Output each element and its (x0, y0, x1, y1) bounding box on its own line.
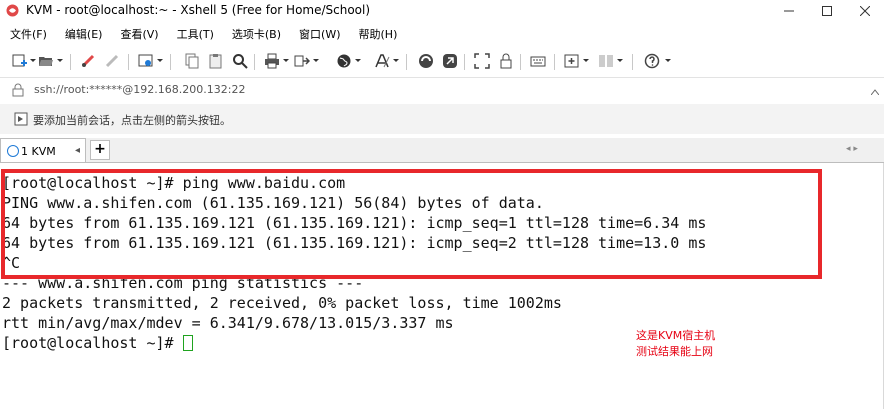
tab-title: KVM (31, 145, 56, 158)
window-title: KVM - root@localhost:~ - Xshell 5 (Free … (26, 3, 371, 17)
transfer-icon[interactable] (294, 53, 310, 69)
xftp-icon[interactable] (418, 53, 434, 69)
menu-tab[interactable]: 选项卡(B) (232, 26, 281, 42)
help-icon[interactable] (644, 53, 660, 69)
title-bar: KVM - root@localhost:~ - Xshell 5 (Free … (0, 0, 884, 22)
session-lock-icon (12, 83, 24, 100)
add-window-icon[interactable] (564, 53, 580, 69)
address-field[interactable]: ssh://root:******@192.168.200.132:22 (34, 83, 246, 96)
terminal-prompt-line: [root@localhost ~]# (2, 333, 193, 353)
hint-text: 要添加当前会话，点击左侧的箭头按钮。 (33, 114, 231, 127)
terminal-area[interactable]: [root@localhost ~]# ping www.baidu.com P… (0, 163, 884, 409)
minimize-button[interactable] (770, 0, 808, 22)
add-tab-button[interactable]: + (90, 140, 110, 160)
xshell-logo-icon (6, 4, 19, 17)
menu-file[interactable]: 文件(F) (10, 26, 47, 42)
tab-kvm-label: 1 KVM (7, 145, 56, 158)
hint-bar: 要添加当前会话，点击左侧的箭头按钮。 (0, 104, 884, 134)
maximize-icon (822, 6, 832, 16)
new-session-icon[interactable] (12, 53, 28, 69)
tab-bar: 1 KVM ◂ + ◂ ▸ (0, 138, 884, 163)
maximize-button[interactable] (808, 0, 846, 22)
terminal-line: rtt min/avg/max/mdev = 6.341/9.678/13.01… (2, 314, 454, 332)
menu-bar: 文件(F) 编辑(E) 查看(V) 工具(T) 选项卡(B) 窗口(W) 帮助(… (0, 22, 884, 46)
properties-icon[interactable] (138, 53, 154, 69)
tab-kvm[interactable]: 1 KVM ◂ (0, 138, 86, 162)
menu-edit[interactable]: 编辑(E) (65, 26, 103, 42)
close-button[interactable] (846, 0, 884, 22)
lock-icon[interactable] (498, 53, 514, 69)
keyboard-icon[interactable] (530, 53, 546, 69)
xmanager-icon[interactable] (442, 53, 458, 69)
terminal-cursor (182, 335, 193, 351)
annotation-line-2: 测试结果能上网 (636, 345, 713, 358)
menu-tools[interactable]: 工具(T) (177, 26, 214, 42)
address-bar: ssh://root:******@192.168.200.132:22 (0, 77, 884, 105)
paste-icon[interactable] (208, 53, 224, 69)
annotation-line-1: 这是KVM宿主机 (636, 329, 716, 342)
copy-icon[interactable] (184, 53, 200, 69)
fullscreen-icon[interactable] (474, 53, 490, 69)
address-collapse-button[interactable] (870, 85, 880, 98)
globe-icon[interactable] (336, 53, 352, 69)
tab-close-icon[interactable]: ◂ (75, 145, 80, 156)
terminal-prompt: [root@localhost ~]# (2, 334, 183, 352)
menu-help[interactable]: 帮助(H) (359, 26, 398, 42)
font-icon[interactable] (374, 53, 390, 69)
layout-icon[interactable] (598, 53, 614, 69)
tab-scroll-icons[interactable]: ◂ ▸ (846, 144, 858, 154)
menu-view[interactable]: 查看(V) (120, 26, 158, 42)
terminal-line: 2 packets transmitted, 2 received, 0% pa… (2, 294, 562, 312)
tab-number: 1 (21, 145, 28, 158)
close-icon (860, 6, 870, 16)
open-folder-icon[interactable] (38, 53, 54, 69)
connect-icon[interactable] (80, 53, 96, 69)
toolbar (0, 46, 884, 76)
print-icon[interactable] (264, 53, 280, 69)
menu-window[interactable]: 窗口(W) (299, 26, 340, 42)
minimize-icon (784, 10, 794, 12)
highlight-box (1, 169, 822, 279)
add-session-arrow-icon[interactable] (14, 112, 28, 129)
find-icon[interactable] (232, 53, 248, 69)
disconnect-icon[interactable] (104, 53, 120, 69)
tab-status-icon (7, 145, 19, 157)
chevron-up-icon (870, 89, 880, 96)
